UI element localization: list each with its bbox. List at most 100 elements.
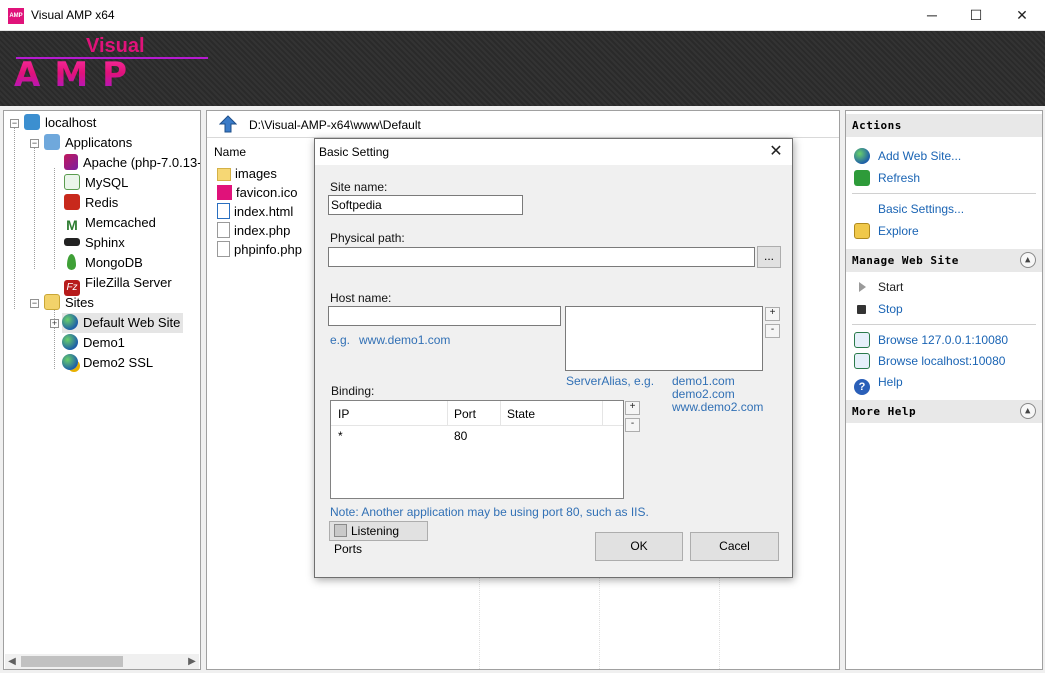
file-item-images[interactable]: images <box>217 164 277 183</box>
close-button[interactable]: ✕ <box>999 0 1045 30</box>
tree-item-default-web-site[interactable]: Default Web Site <box>62 313 184 333</box>
up-folder-button[interactable] <box>218 115 238 133</box>
action-label: Refresh <box>878 171 921 185</box>
add-alias-button[interactable]: + <box>765 307 780 321</box>
minimize-button[interactable]: ─ <box>909 0 955 30</box>
tree-item-sites[interactable]: Sites <box>44 293 94 313</box>
logo-amp-text: AMP <box>14 55 142 95</box>
host-name-input[interactable] <box>328 306 561 326</box>
stop-action[interactable]: Stop <box>854 300 903 318</box>
more-help-header: More Help ▲ <box>846 400 1042 423</box>
section-title: Manage Web Site <box>852 254 959 267</box>
basic-setting-dialog: Basic Setting ✕ Site name: Softpedia Phy… <box>314 138 793 578</box>
host-name-label: Host name: <box>330 291 392 305</box>
tree-collapse-applications[interactable]: − <box>30 139 39 148</box>
help-action[interactable]: ? Help <box>854 373 903 395</box>
site-name-input[interactable]: Softpedia <box>328 195 523 215</box>
tree-collapse-localhost[interactable]: − <box>10 119 19 128</box>
file-item-favicon[interactable]: favicon.ico <box>217 183 297 202</box>
globe-ssl-icon <box>62 354 78 370</box>
globe-icon <box>62 334 78 350</box>
actions-panel: Actions Add Web Site... Refresh Basic Se… <box>845 110 1043 670</box>
tree-item-applications[interactable]: Applicatons <box>44 133 132 153</box>
collapse-manage-button[interactable]: ▲ <box>1020 252 1036 268</box>
tree-item-demo2-ssl[interactable]: Demo2 SSL <box>62 353 153 373</box>
tree-item-apache[interactable]: Apache (php-7.0.13- <box>64 153 200 173</box>
server-alias-textarea[interactable] <box>565 306 763 371</box>
port-column-header[interactable]: Port <box>454 407 476 421</box>
section-title: More Help <box>852 405 917 418</box>
ip-column-header[interactable]: IP <box>338 407 349 421</box>
tree-horizontal-scrollbar[interactable]: ◀ ▶ <box>5 654 199 669</box>
browse-path-button[interactable]: ... <box>757 246 781 268</box>
tree-connector <box>14 128 15 309</box>
listening-ports-button[interactable]: Listening Ports <box>329 521 428 556</box>
amp-favicon-icon <box>217 185 232 200</box>
mongodb-leaf-icon <box>67 254 76 270</box>
explore-action[interactable]: Explore <box>854 222 919 240</box>
physical-path-input[interactable] <box>328 247 755 267</box>
browse-icon <box>854 332 870 348</box>
tree-item-memcached[interactable]: M Memcached <box>64 213 156 233</box>
tree-item-mysql[interactable]: MySQL <box>64 173 128 193</box>
basic-settings-action[interactable]: Basic Settings... <box>878 200 964 218</box>
mysql-dolphin-icon <box>64 174 80 190</box>
file-name: index.html <box>234 204 294 219</box>
physical-path-label: Physical path: <box>330 231 405 245</box>
host-example: www.demo1.com <box>359 333 451 347</box>
globe-add-icon <box>854 148 870 164</box>
binding-ip-cell[interactable]: * <box>338 429 343 443</box>
alias-example-2: demo2.com <box>672 387 735 401</box>
globe-icon <box>62 314 78 330</box>
tree-expand-default-site[interactable]: + <box>50 319 59 328</box>
tree-item-mongodb[interactable]: MongoDB <box>64 253 143 273</box>
name-column-header[interactable]: Name <box>214 145 246 159</box>
scroll-right-arrow-icon[interactable]: ▶ <box>185 654 199 669</box>
add-binding-button[interactable]: + <box>625 401 640 415</box>
action-label: Start <box>878 280 904 294</box>
file-name: favicon.ico <box>236 185 298 200</box>
actions-divider <box>852 324 1036 325</box>
state-column-header[interactable]: State <box>507 407 535 421</box>
action-label: Basic Settings... <box>878 202 965 216</box>
tree-item-label: MySQL <box>85 175 129 190</box>
file-name: images <box>235 166 277 181</box>
alias-example-1: demo1.com <box>672 374 735 388</box>
browse-ip-action[interactable]: Browse 127.0.0.1:10080 <box>854 331 1008 349</box>
tree-item-localhost[interactable]: localhost <box>24 113 96 133</box>
tree-item-demo1[interactable]: Demo1 <box>62 333 125 353</box>
ok-button[interactable]: OK <box>595 532 683 561</box>
tree-item-redis[interactable]: Redis <box>64 193 118 213</box>
tree-item-sphinx[interactable]: Sphinx <box>64 233 125 253</box>
remove-binding-button[interactable]: - <box>625 418 640 432</box>
refresh-action[interactable]: Refresh <box>854 169 920 187</box>
collapse-more-help-button[interactable]: ▲ <box>1020 403 1036 419</box>
cancel-button[interactable]: Cacel <box>690 532 779 561</box>
binding-label: Binding: <box>331 384 375 398</box>
tree-collapse-sites[interactable]: − <box>30 299 39 308</box>
current-path: D:\Visual-AMP-x64\www\Default <box>249 118 421 132</box>
tree-item-label: MongoDB <box>85 255 143 270</box>
file-item-index-html[interactable]: index.html <box>217 202 293 221</box>
scroll-thumb[interactable] <box>21 656 123 667</box>
alias-example-3: www.demo2.com <box>672 400 764 414</box>
remove-alias-button[interactable]: - <box>765 324 780 338</box>
site-name-label: Site name: <box>330 180 388 194</box>
start-action[interactable]: Start <box>854 278 903 296</box>
app-icon: AMP <box>8 8 24 24</box>
sites-folder-icon <box>44 294 60 310</box>
scroll-left-arrow-icon[interactable]: ◀ <box>5 654 19 669</box>
add-web-site-action[interactable]: Add Web Site... <box>854 147 961 165</box>
browse-localhost-action[interactable]: Browse localhost:10080 <box>854 352 1005 370</box>
file-item-phpinfo[interactable]: phpinfo.php <box>217 240 302 259</box>
tree-item-filezilla[interactable]: Fz FileZilla Server <box>64 273 172 296</box>
server-icon <box>24 114 40 130</box>
file-item-index-php[interactable]: index.php <box>217 221 290 240</box>
maximize-button[interactable]: ☐ <box>953 0 999 30</box>
help-icon: ? <box>854 379 870 395</box>
binding-port-cell[interactable]: 80 <box>454 429 467 443</box>
dialog-title: Basic Setting <box>319 145 390 159</box>
dialog-close-button[interactable]: ✕ <box>766 142 786 162</box>
actions-header: Actions <box>846 114 1042 137</box>
binding-grid[interactable]: IP Port State * 80 <box>330 400 624 499</box>
